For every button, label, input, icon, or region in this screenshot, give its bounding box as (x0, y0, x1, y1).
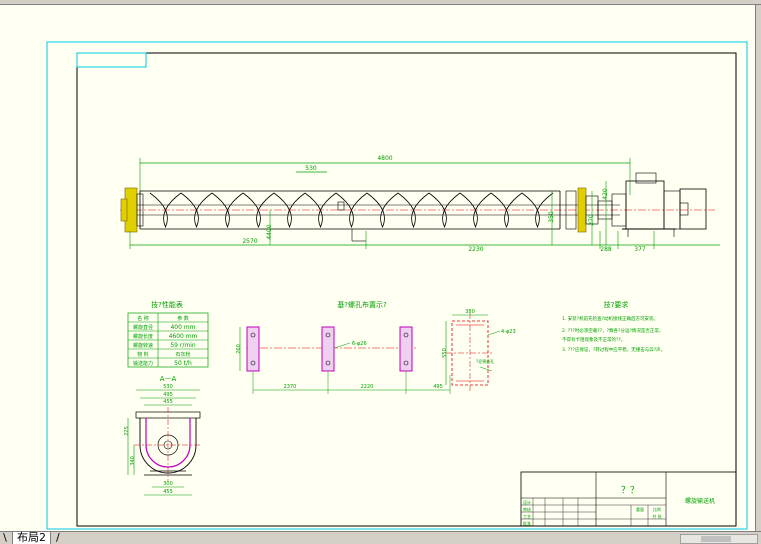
section-dim-top2: 495 (163, 392, 173, 398)
title-product-name: 螺旋输送机 (685, 497, 715, 505)
code-box (76, 52, 147, 68)
detail-width: 380 (465, 309, 475, 315)
title-label-review: 审核 (523, 506, 531, 512)
foundation-plan: 基?螺孔布置示? 6-φ26 260 2370 2220 495 (236, 300, 451, 394)
tech-table-title: 技?性能表 (151, 300, 183, 309)
tech-row-1-name: 螺旋长度 (133, 333, 153, 340)
requirement-3: 不得有卡阻现象及不正常的??。 (562, 336, 625, 343)
tech-header-name: 名 称 (137, 315, 149, 322)
section-dim-left2: 340 (130, 456, 136, 466)
tech-row-0-name: 螺旋直径 (133, 324, 153, 331)
section-dim-bottom2: 455 (163, 489, 173, 495)
title-weight-label: 重量 (636, 506, 644, 512)
requirements-title: 技?要求 (604, 300, 629, 309)
requirement-1: 1. 安装?机前先检查?动机接线正确后方可安装。 (562, 315, 658, 322)
title-label-approve: 批准 (523, 520, 531, 526)
tab-layout2[interactable]: 布局2 (12, 532, 51, 544)
tech-row-2-value: 59 r/min (170, 342, 196, 349)
dim-height-right-b: 270 (588, 214, 595, 226)
title-label-design: 设计 (523, 499, 531, 505)
main-view: 4800 530 2570 2230 288 377 4400 350 270 … (120, 155, 720, 253)
cad-drawing: 4800 530 2570 2230 288 377 4400 350 270 … (46, 41, 748, 530)
dim-seg-right: 2230 (468, 246, 483, 253)
tab-end-mark: / (56, 531, 60, 544)
foundation-dim-1: 2370 (284, 384, 297, 390)
drawing-border (76, 52, 737, 527)
dim-a: 288 (600, 246, 612, 253)
dim-height-left: 4400 (266, 224, 273, 239)
title-block: ？？ 螺旋输送机 设计 审核 工艺 批准 比例 重量 共 张 (520, 471, 737, 527)
foundation-hole-note: 6-φ26 (352, 341, 367, 347)
tech-row-0-value: 400 mm (170, 324, 195, 331)
detail-view: 380 550 4-φ23 ?泥预留孔 (442, 309, 516, 391)
section-view: A－A 530 495 455 225 340 300 455 (124, 375, 202, 496)
title-label-process: 工艺 (523, 514, 531, 519)
detail-note: ?泥预留孔 (476, 358, 494, 364)
tech-table: 技?性能表 名 称 参 数 螺旋直径 400 mm 螺旋长度 4600 mm 螺… (127, 300, 209, 368)
section-dim-top3: 455 (163, 399, 173, 405)
tab-scroll-left-icon[interactable]: \ (0, 532, 10, 544)
dim-overall-length: 4800 (377, 155, 392, 162)
title-scale-label: 比例 (653, 506, 661, 512)
requirement-2: 2. ???时必须空载??，?察各?分运?情况是否正常， (562, 327, 663, 334)
title-drawing-name: ？？ (621, 486, 639, 496)
paper-frame (46, 41, 748, 530)
requirement-4: 3. ???应保证，?转过程中应平稳，无撞击与异?声。 (562, 346, 665, 353)
tech-row-4-name: 输送能力 (133, 360, 153, 367)
detail-height: 550 (442, 348, 448, 358)
dim-b: 377 (634, 246, 646, 253)
tech-row-1-value: 4600 mm (169, 333, 198, 340)
foundation-height: 260 (236, 344, 242, 354)
requirements: 技?要求 1. 安装?机前先检查?动机接线正确后方可安装。 2. ???时必须空… (562, 300, 665, 353)
dim-seg-left: 2570 (242, 238, 257, 245)
dim-height-right-c: 420 (602, 188, 609, 200)
section-dim-bottom1: 300 (163, 481, 173, 487)
foundation-title: 基?螺孔布置示? (337, 300, 387, 309)
tech-header-value: 参 数 (177, 315, 189, 322)
foundation-dim-2: 2220 (361, 384, 374, 390)
section-title: A－A (160, 375, 177, 383)
drawing-paper: 4800 530 2570 2230 288 377 4400 350 270 … (0, 5, 755, 531)
title-sheet-label: 共 张 (652, 513, 661, 519)
horizontal-scrollbar-thumb[interactable] (701, 536, 731, 542)
vertical-scrollbar[interactable] (755, 5, 761, 531)
tech-row-3-name: 物 料 (137, 351, 149, 358)
tech-row-2-name: 螺旋转速 (133, 342, 153, 349)
foundation-dim-3: 495 (433, 384, 443, 390)
section-dim-left1: 225 (124, 426, 130, 436)
section-dim-top1: 530 (163, 384, 173, 390)
detail-hole-note: 4-φ23 (501, 329, 516, 335)
tech-row-4-value: 50 t/h (174, 360, 192, 367)
layout-tab-bar: \ 布局2 / (0, 531, 761, 544)
tech-row-3-value: 石灰粉 (175, 351, 190, 358)
dim-height-right-a: 350 (548, 211, 555, 223)
dim-pitch: 530 (305, 165, 317, 172)
